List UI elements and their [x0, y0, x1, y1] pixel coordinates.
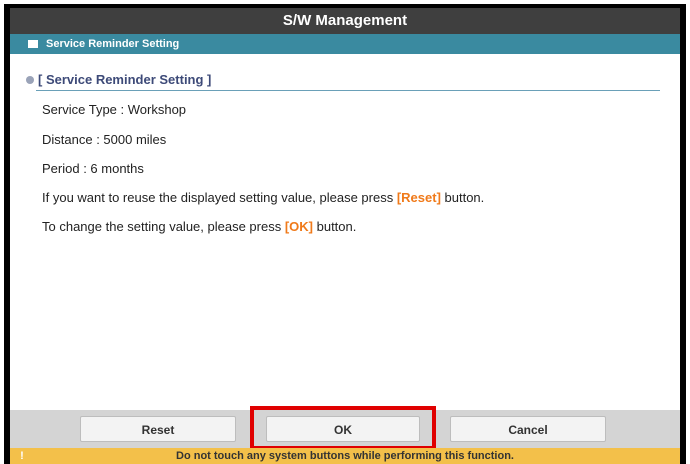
ok-button-highlight — [250, 406, 436, 450]
change-instruction-suffix: button. — [313, 219, 357, 234]
section-divider — [36, 90, 660, 91]
square-icon — [28, 40, 38, 48]
warning-bar: Do not touch any system buttons while pe… — [10, 448, 680, 464]
change-instruction: To change the setting value, please pres… — [42, 219, 356, 234]
subheader-bar: Service Reminder Setting — [10, 34, 680, 54]
bullet-icon — [26, 76, 34, 84]
reuse-instruction-prefix: If you want to reuse the displayed setti… — [42, 190, 397, 205]
section-title: [ Service Reminder Setting ] — [38, 72, 212, 87]
reset-button[interactable]: Reset — [80, 416, 236, 442]
distance-text: Distance : 5000 miles — [42, 132, 167, 147]
reset-keyword: [Reset] — [396, 190, 441, 205]
cancel-button[interactable]: Cancel — [450, 416, 606, 442]
period-text: Period : 6 months — [42, 161, 144, 176]
warning-icon: ! — [20, 450, 24, 462]
service-type-text: Service Type : Workshop — [42, 102, 187, 117]
ok-keyword: [OK] — [284, 219, 313, 234]
subheader-label: Service Reminder Setting — [46, 38, 180, 50]
window-title: S/W Management — [10, 8, 680, 34]
reuse-instruction-suffix: button. — [440, 190, 485, 205]
change-instruction-prefix: To change the setting value, please pres… — [42, 219, 285, 234]
reuse-instruction: If you want to reuse the displayed setti… — [42, 190, 484, 205]
